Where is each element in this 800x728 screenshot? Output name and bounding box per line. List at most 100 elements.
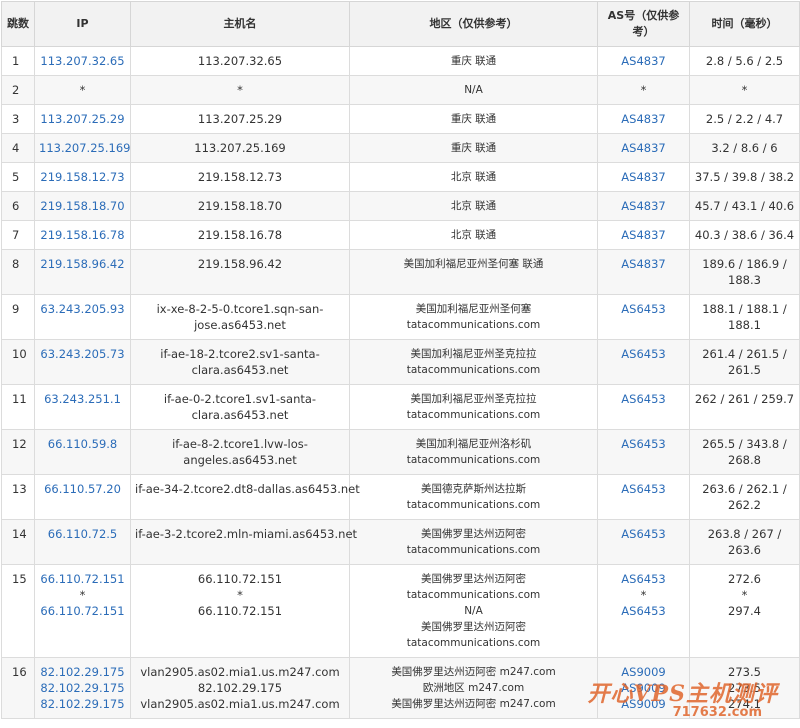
hostname-text: ix-xe-8-2-5-0.tcore1.sqn-san- [156,302,324,316]
ip-link[interactable]: 82.102.29.175 [39,680,126,696]
ips-cell: 66.110.57.20 [34,474,131,520]
table-row: 8 219.158.96.42 219.158.96.42 美国加利福尼亚州圣何塞 联… [1,249,800,295]
ip-link[interactable]: 66.110.72.5 [39,526,126,542]
ip-link[interactable]: 113.207.32.65 [39,53,126,69]
ip-link[interactable]: 219.158.18.70 [39,198,126,214]
as-link[interactable]: AS4837 [602,111,685,127]
as-link[interactable]: AS4837 [602,256,685,272]
regions-cell: 美国佛罗里达州迈阿密 tatacommunications.com N/A 美国佛罗里… [349,564,598,658]
hop-number: 11 [1,384,35,430]
times-cell: 3.2 / 8.6 / 6 [689,133,800,163]
time-text: 45.7 / 43.1 / 40.6 [694,199,795,213]
hosts-cell: 219.158.96.42 [130,249,350,295]
time-text: 189.6 / 186.9 / [702,257,787,271]
regions-cell: 美国佛罗里达州迈阿密 tatacommunications.com [349,519,598,565]
as-link[interactable]: AS6453 [602,436,685,452]
time-text: 268.8 [728,453,761,467]
as-link[interactable]: AS6453 [602,571,685,587]
region-text: 美国加利福尼亚州圣克拉拉 [410,393,537,405]
as-link[interactable]: AS6453 [602,526,685,542]
hop-number: 2 [1,75,35,105]
region-text: 北京 联通 [450,171,497,183]
as-link[interactable]: AS4837 [602,227,685,243]
as-link[interactable]: AS6453 [602,391,685,407]
as-link[interactable]: AS9009 [602,664,685,680]
as-link[interactable]: AS4837 [602,53,685,69]
region-text: N/A [464,84,483,96]
table-row: 15 66.110.72.151 * 66.110.72.151 66.110.72.1… [1,564,800,658]
as-cell: AS6453 [597,519,690,565]
ip-link[interactable]: 66.110.59.8 [39,436,126,452]
time-text: * [741,83,748,97]
ip-link[interactable]: 113.207.25.29 [39,111,126,127]
as-link[interactable]: AS6453 [602,346,685,362]
ip-link[interactable]: 219.158.16.78 [39,227,126,243]
times-cell: 263.6 / 262.1 / 262.2 [689,474,800,520]
region-text: 北京 联通 [450,229,497,241]
time-text: 297.4 [728,604,761,618]
times-cell: 2.8 / 5.6 / 2.5 [689,46,800,76]
hostname-text: jose.as6453.net [194,318,286,332]
hostname-text: vlan2905.as02.mia1.us.m247.com [140,697,340,711]
region-text: 美国加利福尼亚州圣何塞 联通 [403,258,544,270]
ip-link[interactable]: 219.158.96.42 [39,256,126,272]
as-link[interactable]: AS6453 [602,481,685,497]
as-link[interactable]: AS6453 [602,603,685,619]
times-cell: 188.1 / 188.1 / 188.1 [689,294,800,340]
table-body: 1 113.207.32.65 113.207.32.65 重庆 联通 AS4837 2.… [1,46,800,719]
hostname-text: 113.207.25.169 [194,141,286,155]
hop-number: 13 [1,474,35,520]
region-text: tatacommunications.com [406,319,541,331]
time-text: 263.6 / 262.1 / [702,482,787,496]
ip-link[interactable]: 63.243.251.1 [39,391,126,407]
hop-number: 4 [1,133,35,163]
region-text: 美国加利福尼亚州圣何塞 [415,303,532,315]
region-text: tatacommunications.com [406,589,541,601]
hop-number: 5 [1,162,35,192]
hosts-cell: 66.110.72.151 * 66.110.72.151 [130,564,350,658]
times-cell: 189.6 / 186.9 / 188.3 [689,249,800,295]
as-link[interactable]: AS6453 [602,301,685,317]
hop-number: 16 [1,657,35,719]
ips-cell: 63.243.205.73 [34,339,131,385]
as-link[interactable]: AS4837 [602,140,685,156]
as-link[interactable]: AS4837 [602,198,685,214]
ips-cell: 113.207.25.29 [34,104,131,134]
time-text: 40.3 / 38.6 / 36.4 [694,228,795,242]
ips-cell: 82.102.29.175 82.102.29.175 82.102.29.175 [34,657,131,719]
hostname-text: vlan2905.as02.mia1.us.m247.com [140,665,340,679]
regions-cell: 美国加利福尼亚州圣克拉拉 tatacommunications.com [349,339,598,385]
ip-link[interactable]: 82.102.29.175 [39,696,126,712]
regions-cell: 重庆 联通 [349,133,598,163]
table-row: 13 66.110.57.20 if-ae-34-2.tcore2.dt8-dall… [1,474,800,520]
time-text: 265.5 / 343.8 / [702,437,787,451]
hosts-cell: vlan2905.as02.mia1.us.m247.com 82.102.29.… [130,657,350,719]
hosts-cell: if-ae-0-2.tcore1.sv1-santa-clara.as6453.… [130,384,350,430]
ip-link[interactable]: 66.110.72.151 [39,571,126,587]
ip-link[interactable]: 113.207.25.169 [39,140,130,156]
ip-link[interactable]: 82.102.29.175 [39,664,126,680]
hostname-text: 66.110.72.151 [197,604,283,618]
time-text: * [741,588,748,602]
ip-link[interactable]: 66.110.57.20 [39,481,126,497]
region-text: tatacommunications.com [406,409,541,421]
hosts-cell: 219.158.18.70 [130,191,350,221]
region-text: tatacommunications.com [406,454,541,466]
ip-link[interactable]: 66.110.72.151 [39,603,126,619]
ips-cell: 66.110.72.5 [34,519,131,565]
ip-link: * [79,588,86,602]
region-text: 美国佛罗里达州迈阿密 m247.com [391,666,556,678]
hop-number: 12 [1,429,35,475]
ip-link[interactable]: 219.158.12.73 [39,169,126,185]
ip-link[interactable]: 63.243.205.73 [39,346,126,362]
ip-link: * [79,83,86,97]
times-cell: 262 / 261 / 259.7 [689,384,800,430]
as-cell: * [597,75,690,105]
ip-link[interactable]: 63.243.205.93 [39,301,126,317]
hostname-text: 219.158.12.73 [197,170,283,184]
as-link[interactable]: AS4837 [602,169,685,185]
traceroute-table: 跳数 IP 主机名 地区（仅供参考） AS号（仅供参考） 时间（毫秒） 1 113… [1,1,800,719]
hop-number: 10 [1,339,35,385]
as-cell: AS6453 * AS6453 [597,564,690,658]
times-cell: 2.5 / 2.2 / 4.7 [689,104,800,134]
